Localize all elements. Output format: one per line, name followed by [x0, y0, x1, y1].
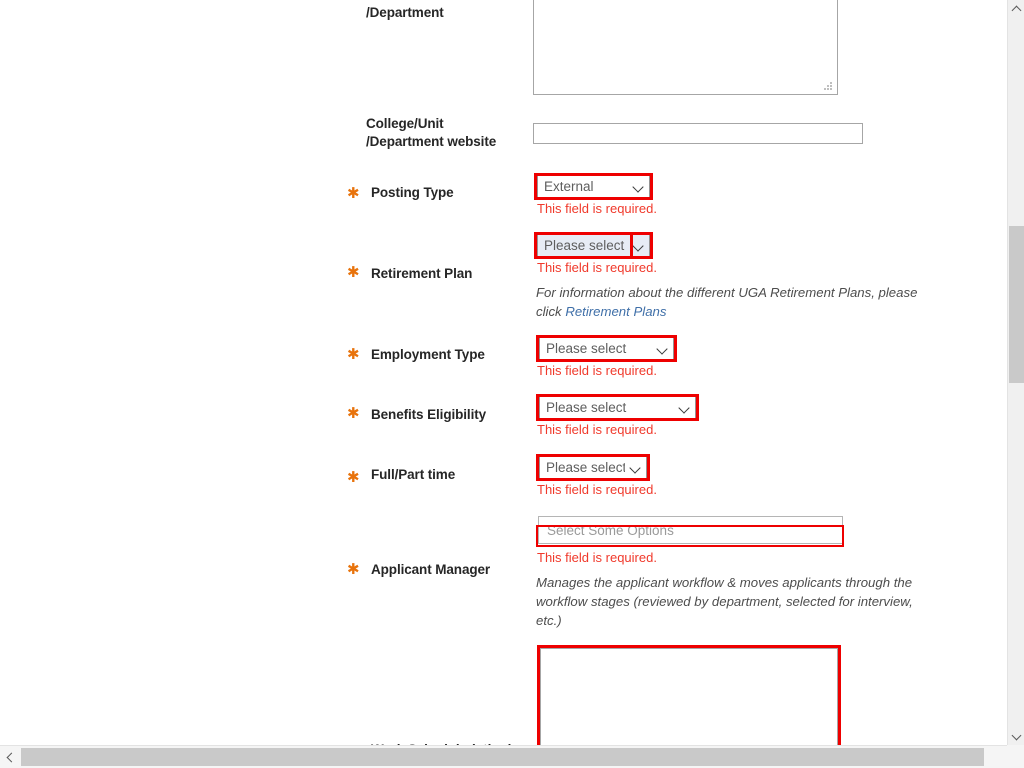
full-part-time-select[interactable]: Please select [539, 456, 647, 479]
chevron-down-icon [632, 180, 645, 193]
required-star-posting-type: ✱ [347, 185, 360, 202]
required-star-retirement-plan: ✱ [347, 264, 360, 281]
field-label-employment-type: Employment Type [371, 347, 485, 362]
required-star-benefits-eligibility: ✱ [347, 405, 360, 422]
error-benefits-eligibility: This field is required. [537, 422, 657, 437]
field-label-department: /Department [366, 5, 444, 20]
scroll-down-button[interactable] [1008, 728, 1024, 745]
scroll-left-button[interactable] [0, 746, 20, 768]
retirement-plan-value: Please select [544, 238, 625, 253]
chevron-left-icon [6, 752, 17, 762]
field-label-applicant-manager: Applicant Manager [371, 562, 491, 577]
posting-type-value: External [544, 179, 594, 194]
posting-form: /Department College/Unit /Department web… [0, 0, 1007, 745]
full-part-time-value: Please select [546, 460, 625, 475]
required-star-applicant-manager: ✱ [347, 561, 360, 578]
scroll-up-button[interactable] [1008, 0, 1024, 17]
applicant-manager-placeholder: Select Some Options [547, 522, 674, 538]
error-employment-type: This field is required. [537, 363, 657, 378]
chevron-down-icon [632, 239, 645, 252]
horizontal-scrollbar[interactable] [0, 745, 1024, 768]
field-label-retirement-plan: Retirement Plan [371, 266, 473, 281]
field-label-full-part-time: Full/Part time [371, 467, 456, 482]
required-star-full-part-time: ✱ [347, 469, 360, 486]
vertical-scrollbar-thumb[interactable] [1009, 226, 1024, 383]
chevron-down-icon [656, 342, 669, 355]
help-text-applicant-manager: Manages the applicant workflow & moves a… [536, 575, 913, 628]
field-label-benefits-eligibility: Benefits Eligibility [371, 407, 487, 422]
department-website-input[interactable] [533, 123, 863, 144]
field-label-posting-type: Posting Type [371, 185, 454, 200]
applicant-manager-multiselect[interactable]: Select Some Options [538, 516, 843, 544]
department-textarea[interactable] [533, 0, 838, 95]
horizontal-scrollbar-thumb[interactable] [21, 748, 984, 766]
error-retirement-plan: This field is required. [537, 260, 657, 275]
chevron-up-icon [1011, 5, 1022, 15]
retirement-plan-select[interactable]: Please select [537, 234, 650, 257]
scrollbar-corner [1007, 745, 1024, 768]
error-applicant-manager: This field is required. [537, 550, 657, 565]
employment-type-value: Please select [546, 341, 627, 356]
chevron-down-icon [1011, 730, 1022, 740]
error-full-part-time: This field is required. [537, 482, 657, 497]
chevron-down-icon [629, 461, 642, 474]
benefits-eligibility-value: Please select [546, 400, 627, 415]
chevron-down-icon [678, 401, 691, 414]
vertical-scrollbar[interactable] [1007, 0, 1024, 745]
work-schedule-other-textarea[interactable] [540, 648, 838, 745]
resize-grip-icon[interactable] [824, 82, 834, 92]
required-star-employment-type: ✱ [347, 346, 360, 363]
error-posting-type: This field is required. [537, 201, 657, 216]
browser-viewport: /Department College/Unit /Department web… [0, 0, 1024, 768]
retirement-plans-link[interactable]: Retirement Plans [565, 304, 666, 319]
field-label-department-website-line2: /Department website [366, 134, 497, 149]
help-text-retirement-plan: For information about the different UGA … [536, 283, 946, 321]
field-label-department-website-line1: College/Unit [366, 116, 444, 131]
benefits-eligibility-select[interactable]: Please select [539, 396, 696, 419]
posting-type-select[interactable]: External [537, 175, 650, 198]
employment-type-select[interactable]: Please select [539, 337, 674, 360]
